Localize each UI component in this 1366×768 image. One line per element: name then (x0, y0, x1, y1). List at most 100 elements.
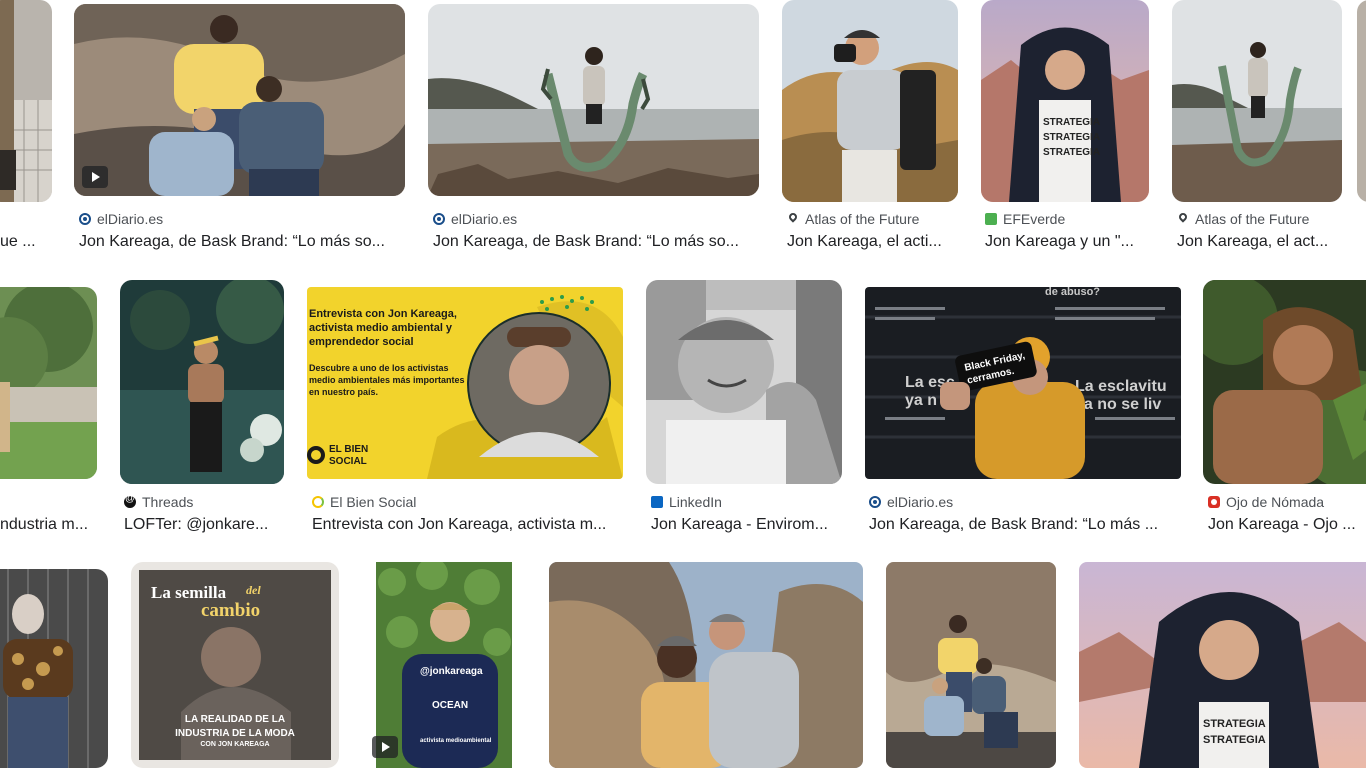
eldiario-favicon-icon (869, 496, 881, 508)
location-pin-favicon-icon (787, 213, 799, 225)
thumbnail-image (1203, 280, 1366, 484)
ebs-subtext: en nuestro país. (309, 387, 378, 397)
eldiario-favicon-icon (79, 213, 91, 225)
shirt-brand: OCEAN (432, 700, 468, 711)
thumbnail-image: STRATEGIA STRATEGIA STRATEGIA (981, 0, 1149, 202)
result-title[interactable]: Jon Kareaga, de Bask Brand: “Lo más so..… (433, 233, 753, 251)
thumbnail-image (549, 562, 863, 768)
thumbnail-image: STRATEGIA STRATEGIA (1079, 562, 1366, 768)
hoodie-text: STRATEGIA (1203, 734, 1266, 746)
result-source-name: Atlas of the Future (1195, 211, 1310, 227)
location-pin-favicon-icon (1177, 213, 1189, 225)
result-source-name: LinkedIn (669, 494, 722, 510)
ebs-logo-text: EL BIEN (329, 444, 368, 455)
thumbnail-image (782, 0, 958, 202)
thumbnail-image (428, 4, 759, 196)
thumbnail-image (0, 569, 108, 768)
result-title[interactable]: Jon Kareaga, de Bask Brand: “Lo más so..… (79, 233, 399, 251)
result-source[interactable]: elDiario.es (433, 211, 753, 227)
result-source[interactable]: El Bien Social (312, 494, 622, 510)
result-title[interactable]: Jon Kareaga y un "... (985, 233, 1145, 251)
thumbnail-image: de abuso? La esc ya n La esclavitu ya no… (865, 287, 1181, 479)
result-title[interactable]: ndustria m... (0, 516, 96, 534)
result-thumbnail[interactable] (782, 0, 958, 202)
wall-text: ya no se liv (1075, 396, 1161, 413)
result-thumbnail[interactable] (549, 562, 863, 768)
result-title[interactable]: Jon Kareaga - Envirom... (651, 516, 841, 534)
semilla-caption: INDUSTRIA DE LA MODA (175, 728, 295, 739)
ebs-subtext: Descubre a uno de los activistas (309, 363, 449, 373)
result-source-name: elDiario.es (451, 211, 518, 227)
video-play-icon (372, 736, 398, 758)
result-source-name: Threads (142, 494, 194, 510)
shirt-handle: @jonkareaga (420, 666, 483, 677)
result-thumbnail[interactable]: La semilla del cambio LA REALIDAD DE LA … (131, 562, 339, 768)
hoodie-text: STRATEGIA (1043, 132, 1100, 143)
result-thumbnail[interactable]: STRATEGIA STRATEGIA (1079, 562, 1366, 768)
thumbnail-image (74, 4, 405, 196)
result-title[interactable]: Jon Kareaga, el acti... (787, 233, 957, 251)
result-source[interactable]: Ojo de Nómada (1208, 494, 1366, 510)
result-title[interactable]: Jon Kareaga, de Bask Brand: “Lo más ... (869, 516, 1174, 534)
ebs-headline: Entrevista con Jon Kareaga, (309, 308, 457, 320)
result-thumbnail[interactable] (0, 287, 97, 479)
semilla-title: del (246, 583, 261, 597)
result-thumbnail[interactable] (646, 280, 842, 484)
hoodie-text: STRATEGIA (1043, 117, 1100, 128)
result-source[interactable]: Threads (124, 494, 284, 510)
result-source[interactable]: elDiario.es (79, 211, 399, 227)
threads-favicon-icon (124, 494, 136, 508)
result-title[interactable]: Jon Kareaga, el act... (1177, 233, 1337, 251)
thumbnail-image: Entrevista con Jon Kareaga, activista me… (307, 287, 623, 479)
result-source[interactable]: Atlas of the Future (1177, 211, 1342, 227)
result-source-name: Atlas of the Future (805, 211, 920, 227)
result-thumbnail[interactable] (120, 280, 284, 484)
ebs-headline: emprendedor social (309, 336, 414, 348)
result-source-name: elDiario.es (887, 494, 954, 510)
result-thumbnail[interactable]: Entrevista con Jon Kareaga, activista me… (307, 287, 623, 479)
result-source[interactable]: LinkedIn (651, 494, 841, 510)
result-thumbnail[interactable] (1357, 0, 1366, 202)
semilla-title: cambio (201, 600, 260, 621)
result-title[interactable]: Entrevista con Jon Kareaga, activista m.… (312, 516, 622, 534)
result-thumbnail[interactable]: @jonkareaga OCEAN activista medioambient… (362, 562, 526, 768)
ebs-headline: activista medio ambiental y (309, 322, 453, 334)
result-thumbnail[interactable] (1172, 0, 1342, 202)
result-thumbnail[interactable] (886, 562, 1056, 768)
result-source[interactable]: EFEverde (985, 211, 1150, 227)
result-thumbnail[interactable] (0, 0, 52, 202)
wall-text: ya n (905, 392, 937, 409)
result-thumbnail[interactable]: de abuso? La esc ya n La esclavitu ya no… (865, 287, 1181, 479)
thumbnail-image (886, 562, 1056, 768)
wall-text: La esclavitu (1075, 378, 1167, 395)
efeverde-favicon-icon (985, 213, 997, 225)
thumbnail-image (0, 0, 52, 202)
thumbnail-image (120, 280, 284, 484)
result-source[interactable]: Atlas of the Future (787, 211, 957, 227)
result-thumbnail[interactable]: STRATEGIA STRATEGIA STRATEGIA (981, 0, 1149, 202)
result-title[interactable]: LOFTer: @jonkare... (124, 516, 284, 534)
hoodie-text: STRATEGIA (1203, 718, 1266, 730)
shirt-caption: activista medioambiental (420, 738, 492, 744)
hoodie-text: STRATEGIA (1043, 147, 1100, 158)
result-thumbnail[interactable] (74, 4, 405, 196)
result-thumbnail[interactable] (428, 4, 759, 196)
thumbnail-image (646, 280, 842, 484)
result-thumbnail[interactable] (0, 569, 108, 768)
result-title[interactable]: Jon Kareaga - Ojo ... (1208, 516, 1366, 534)
video-play-icon (82, 166, 108, 188)
ojo-de-nomada-favicon-icon (1208, 496, 1220, 508)
semilla-caption: LA REALIDAD DE LA (185, 714, 285, 725)
result-source-name: EFEverde (1003, 211, 1066, 227)
ebs-logo-text: SOCIAL (329, 456, 367, 467)
thumbnail-image: La semilla del cambio LA REALIDAD DE LA … (131, 562, 339, 768)
thumbnail-image (1172, 0, 1342, 202)
result-source-name: El Bien Social (330, 494, 417, 510)
ebs-subtext: medio ambientales más importantes (309, 375, 465, 385)
result-source[interactable]: elDiario.es (869, 494, 1179, 510)
result-thumbnail[interactable] (1203, 280, 1366, 484)
result-title[interactable]: ue ... (0, 233, 44, 251)
linkedin-favicon-icon (651, 496, 663, 508)
wall-text: de abuso? (1045, 287, 1100, 298)
eldiario-favicon-icon (433, 213, 445, 225)
